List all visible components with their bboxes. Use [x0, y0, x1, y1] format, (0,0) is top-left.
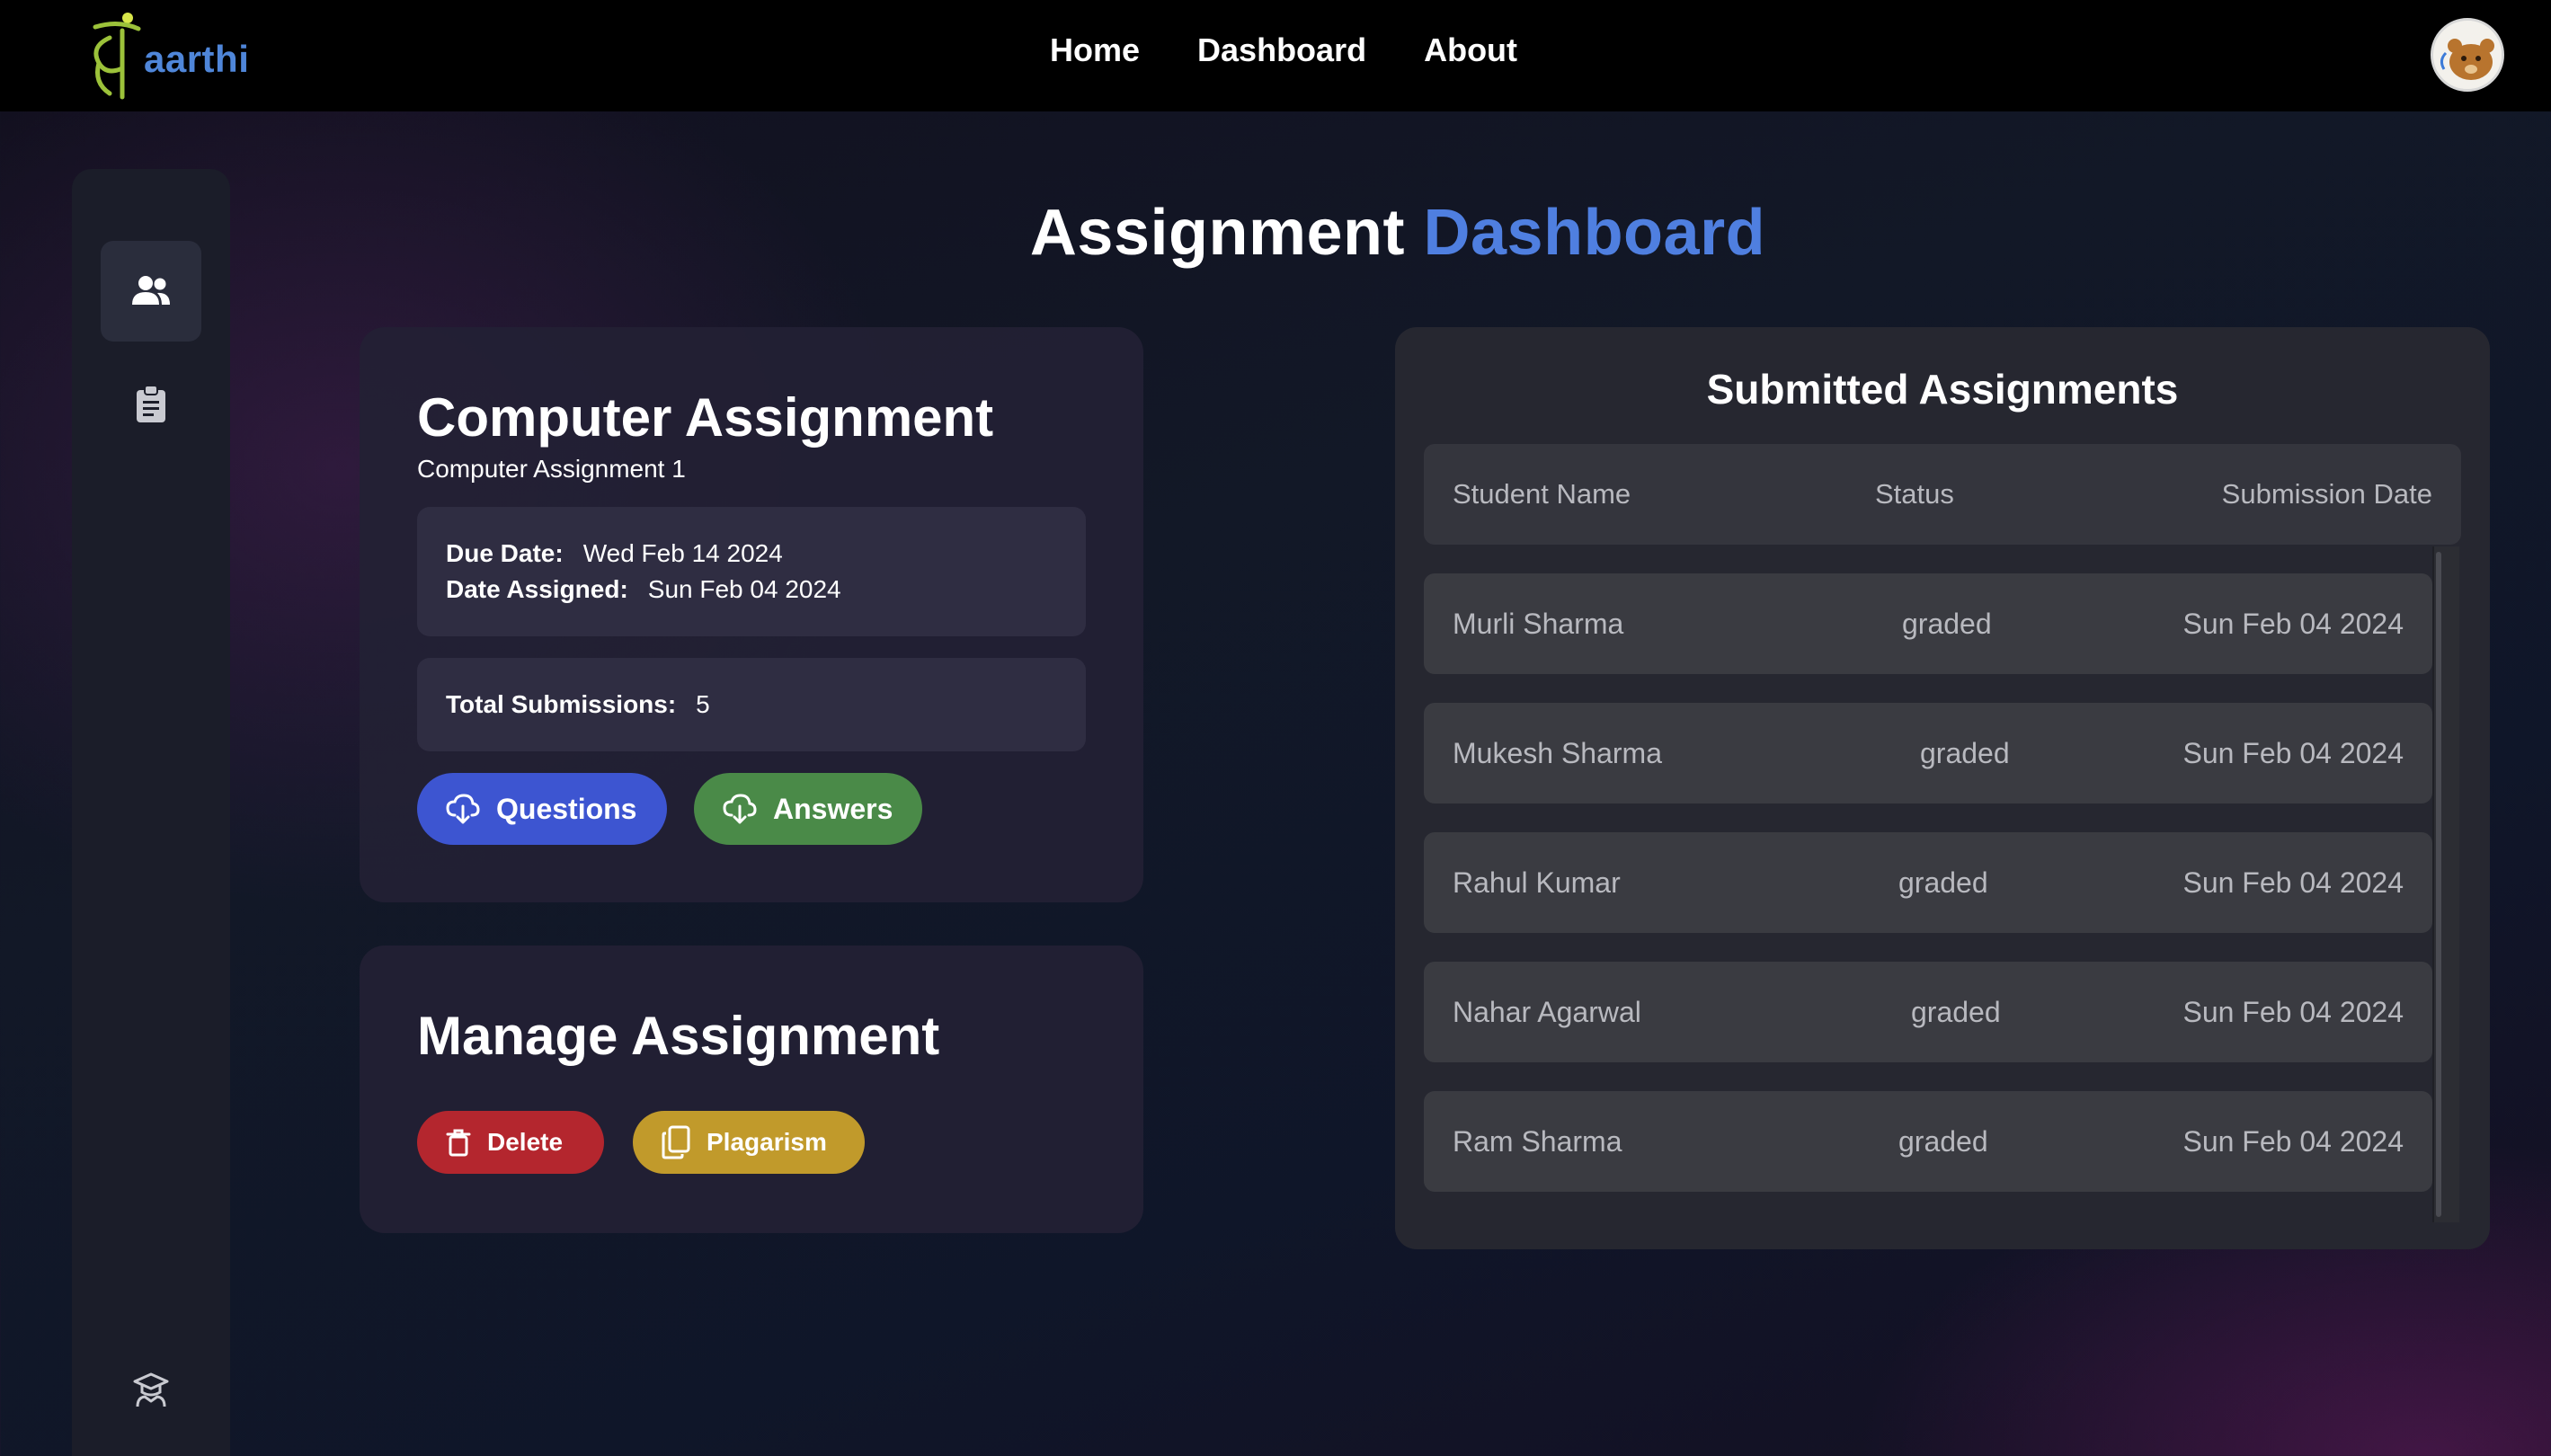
student-name: Ram Sharma: [1453, 1124, 1622, 1158]
submission-date: Sun Feb 04 2024: [2182, 607, 2404, 640]
submission-status: graded: [1902, 607, 1992, 640]
logo-glyph-icon: [93, 13, 141, 100]
submission-status: graded: [1898, 866, 1988, 899]
table-row[interactable]: Ram Sharma graded Sun Feb 04 2024: [1424, 1091, 2432, 1192]
student-name: Mukesh Sharma: [1453, 736, 1662, 769]
column-student-name: Student Name: [1453, 478, 1631, 510]
table-header: Student Name Status Submission Date: [1424, 444, 2461, 545]
cloud-download-icon: [723, 794, 757, 824]
main-nav: Home Dashboard About: [1050, 29, 1517, 72]
plagiarism-button[interactable]: Plagarism: [633, 1111, 865, 1174]
trash-icon: [446, 1129, 471, 1157]
due-date-label: Due Date:: [446, 539, 564, 567]
cloud-download-icon: [446, 794, 480, 824]
sidebar-item-assignments[interactable]: [101, 354, 201, 455]
assignment-title: Computer Assignment: [417, 387, 994, 448]
student-name: Murli Sharma: [1453, 607, 1624, 640]
total-submissions-label: Total Submissions:: [446, 690, 677, 718]
plagiarism-label: Plagarism: [707, 1128, 827, 1156]
questions-label: Questions: [496, 792, 637, 825]
assigned-date-label: Date Assigned:: [446, 575, 628, 603]
user-avatar[interactable]: [2431, 18, 2504, 92]
column-status: Status: [1875, 478, 1954, 510]
copy-icon: [662, 1125, 690, 1159]
manage-assignment-title: Manage Assignment: [417, 1006, 940, 1066]
submission-date: Sun Feb 04 2024: [2182, 995, 2404, 1028]
due-date-line: Due Date: Wed Feb 14 2024: [446, 536, 1057, 572]
page-title-accent: Dashboard: [1423, 197, 1766, 269]
delete-label: Delete: [487, 1128, 564, 1156]
top-navbar: aarthi Home Dashboard About: [0, 0, 2551, 111]
submission-status: graded: [1920, 736, 2010, 769]
manage-assignment-card: Manage Assignment Delete Plagarism: [360, 946, 1143, 1233]
student-name: Nahar Agarwal: [1453, 995, 1641, 1028]
due-date-value: Wed Feb 14 2024: [582, 539, 783, 567]
nav-about[interactable]: About: [1424, 29, 1517, 72]
users-icon: [132, 276, 170, 305]
table-row[interactable]: Nahar Agarwal graded Sun Feb 04 2024: [1424, 962, 2432, 1062]
sidebar: [72, 169, 230, 1456]
table-row[interactable]: Murli Sharma graded Sun Feb 04 2024: [1424, 573, 2432, 674]
total-submissions-box: Total Submissions: 5: [417, 658, 1086, 751]
submission-date: Sun Feb 04 2024: [2182, 866, 2404, 899]
submitted-assignments-title: Submitted Assignments: [1424, 356, 2461, 458]
total-submissions-value: 5: [696, 690, 710, 718]
nav-dashboard[interactable]: Dashboard: [1197, 29, 1366, 72]
submission-date: Sun Feb 04 2024: [2182, 1124, 2404, 1158]
sidebar-item-students[interactable]: [101, 1339, 201, 1440]
assigned-date-value: Sun Feb 04 2024: [647, 575, 841, 603]
page-title-main: Assignment: [1029, 197, 1405, 269]
clipboard-icon: [137, 385, 165, 422]
graduate-icon: [133, 1372, 169, 1407]
column-submission-date: Submission Date: [2221, 478, 2432, 510]
assigned-date-line: Date Assigned: Sun Feb 04 2024: [446, 572, 1057, 608]
total-submissions-line: Total Submissions: 5: [446, 687, 710, 723]
brand-name: aarthi: [144, 38, 250, 80]
download-answers-button[interactable]: Answers: [694, 773, 922, 845]
table-scrollbar-thumb[interactable]: [2436, 552, 2441, 1217]
assignment-dates-box: Due Date: Wed Feb 14 2024 Date Assigned: S…: [417, 507, 1086, 636]
download-questions-button[interactable]: Questions: [417, 773, 667, 845]
avatar-image: [2433, 21, 2502, 89]
brand-logo[interactable]: aarthi: [83, 11, 253, 101]
submitted-assignments-panel: Submitted Assignments Student Name Statu…: [1395, 327, 2490, 1249]
student-name: Rahul Kumar: [1453, 866, 1621, 899]
answers-label: Answers: [773, 792, 893, 825]
nav-home[interactable]: Home: [1050, 29, 1140, 72]
table-row[interactable]: Rahul Kumar graded Sun Feb 04 2024: [1424, 832, 2432, 933]
assignment-subtitle: Computer Assignment 1: [417, 455, 686, 483]
table-row[interactable]: Mukesh Sharma graded Sun Feb 04 2024: [1424, 703, 2432, 803]
submission-status: graded: [1898, 1124, 1988, 1158]
delete-button[interactable]: Delete: [417, 1111, 604, 1174]
submission-status: graded: [1911, 995, 2001, 1028]
submission-date: Sun Feb 04 2024: [2182, 736, 2404, 769]
assignment-details-card: Computer Assignment Computer Assignment …: [360, 327, 1143, 902]
page-title: Assignment Dashboard: [0, 196, 2551, 270]
